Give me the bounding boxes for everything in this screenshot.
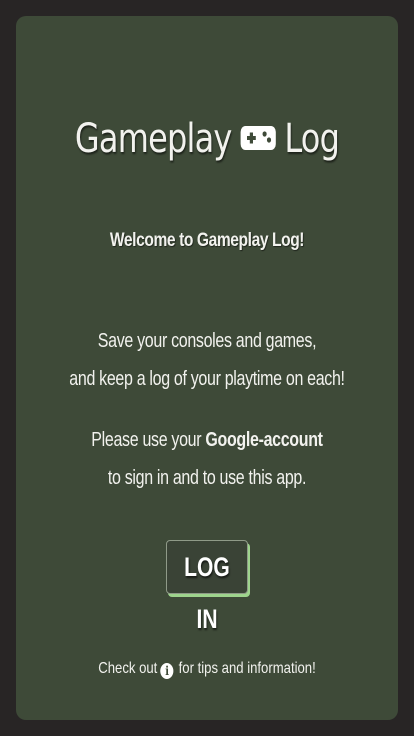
app-title-left: Gameplay — [74, 116, 232, 162]
login-button-label: LOG IN — [184, 552, 230, 634]
app-title: Gameplay Log — [54, 112, 360, 170]
signin-line-1: Please use your Google-account — [54, 421, 360, 459]
intro-line-2: and keep a log of your playtime on each! — [69, 368, 345, 390]
gamepad-icon — [240, 112, 277, 164]
footer-text-after: for tips and information! — [178, 660, 316, 677]
signin-prefix: Please use your — [91, 429, 206, 451]
signin-text: Please use your Google-account to sign i… — [54, 421, 360, 497]
login-button[interactable]: LOG IN — [166, 540, 248, 634]
welcome-heading: Welcome to Gameplay Log! — [109, 230, 305, 251]
info-icon[interactable]: i — [160, 663, 174, 679]
intro-text: Save your consoles and games, and keep a… — [54, 322, 360, 398]
app-title-right: Log — [284, 116, 340, 162]
intro-line-1: Save your consoles and games, — [97, 330, 317, 352]
footer-text-before: Check out — [98, 660, 158, 677]
google-account-emphasis: Google-account — [205, 429, 323, 451]
signin-line-2: to sign in and to use this app. — [107, 467, 307, 489]
footer-tip: Check out i for tips and information! — [50, 658, 363, 680]
login-card: Gameplay Log Welcome to Gameplay Log! Sa… — [16, 16, 398, 720]
